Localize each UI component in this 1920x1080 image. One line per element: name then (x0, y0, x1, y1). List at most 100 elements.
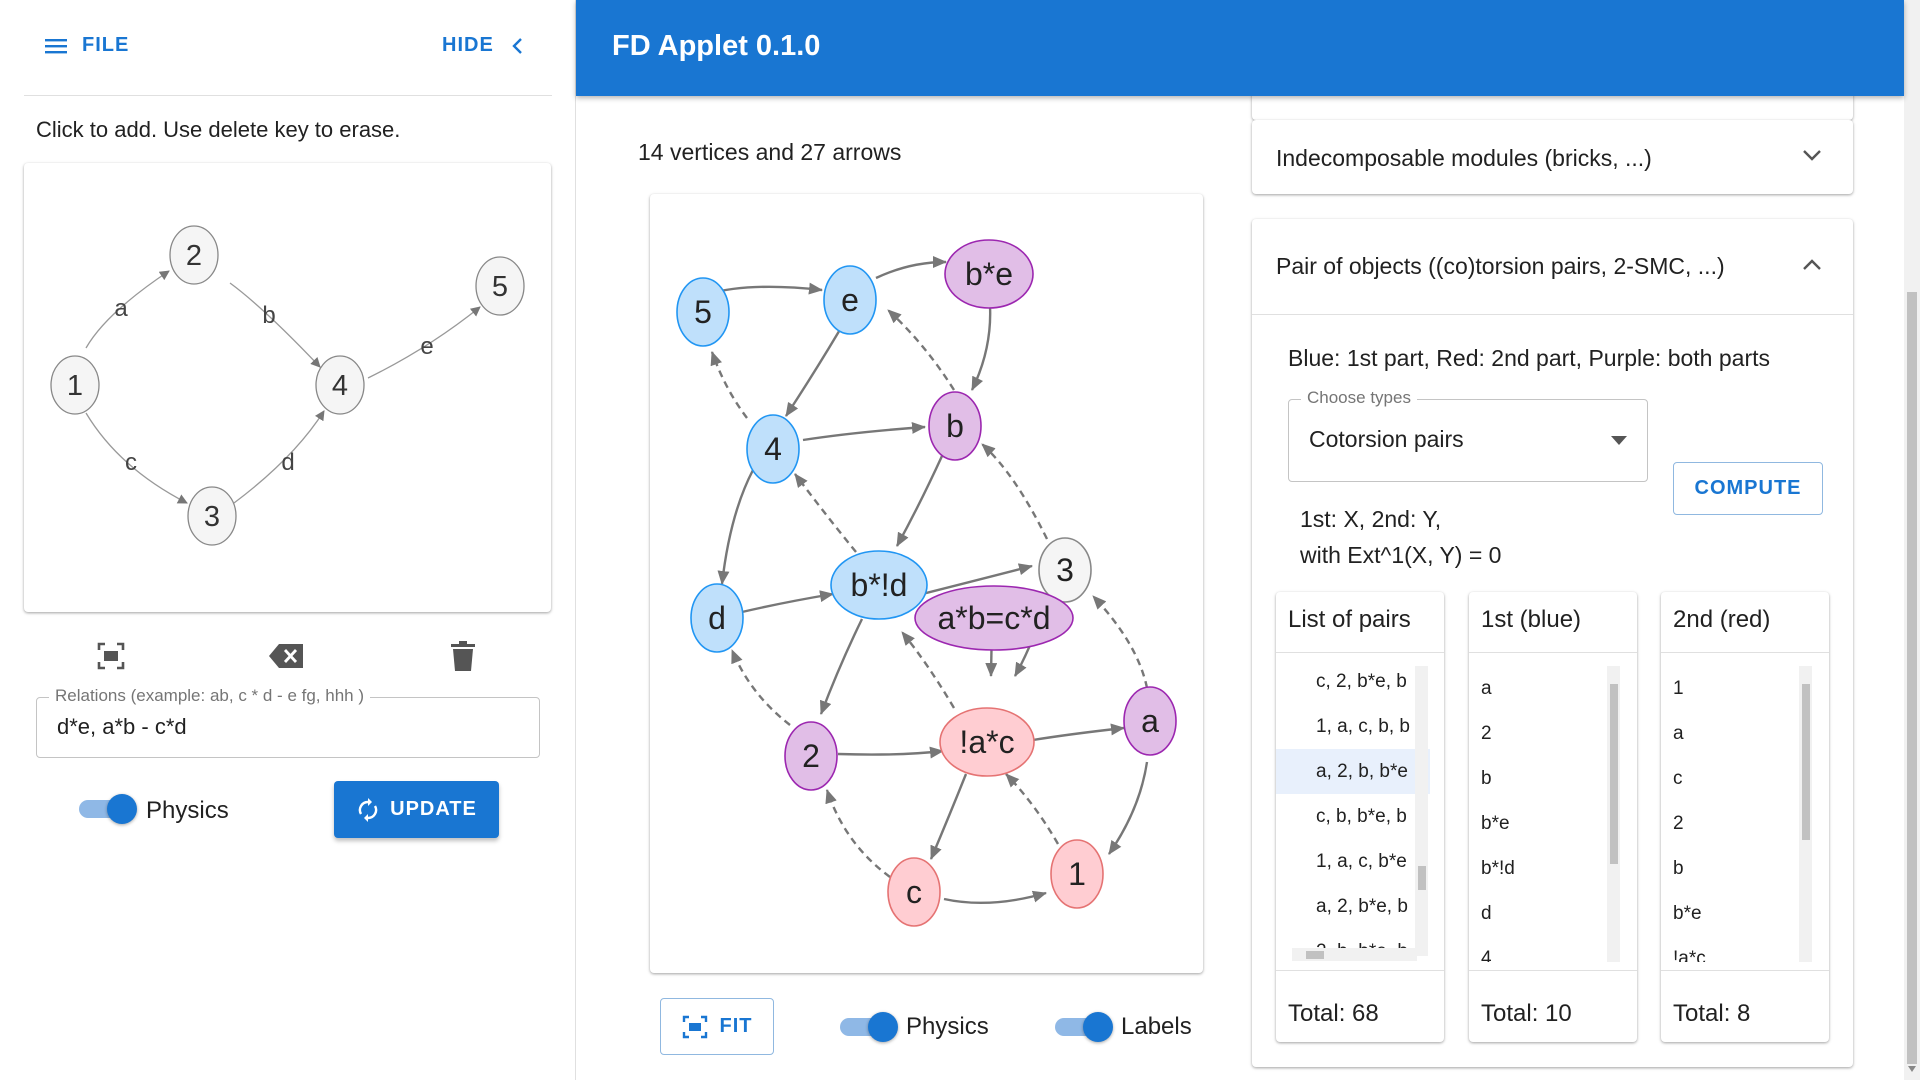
list-item[interactable]: a (1661, 711, 1815, 756)
center-physics-toggle[interactable] (838, 1012, 898, 1042)
physics-toggle-thumb[interactable] (868, 1012, 898, 1042)
first-vertical-scrollbar[interactable] (1607, 666, 1620, 962)
app-bar: FD Applet 0.1.0 (576, 0, 1904, 96)
graph-edge-dashed[interactable] (1092, 595, 1149, 689)
labels-toggle-thumb[interactable] (1083, 1012, 1113, 1042)
graph-edge-dashed[interactable] (794, 473, 857, 553)
physics-toggle-thumb[interactable] (107, 794, 137, 824)
list-item[interactable]: 4 (1469, 936, 1623, 962)
pairs-vertical-scrollbar[interactable] (1415, 666, 1428, 956)
fit-label: FIT (719, 1015, 753, 1037)
arrow-label-b: b (262, 302, 275, 329)
list-item[interactable]: c, 2, b*e, b (1276, 659, 1430, 704)
page-scrollbar[interactable] (1904, 0, 1920, 1080)
node-label: c (906, 874, 922, 910)
page-scrollbar-thumb[interactable] (1907, 292, 1917, 1064)
list-item[interactable]: b*!d (1469, 846, 1623, 891)
graph-edge-dashed[interactable] (887, 309, 956, 391)
list-divider (1661, 970, 1829, 971)
graph-edge[interactable] (943, 890, 1047, 905)
list-item[interactable]: 2 (1661, 801, 1815, 846)
quiver-editor-canvas[interactable]: a b c d e 1 2 3 4 5 (24, 163, 551, 612)
scrollbar-thumb[interactable] (1306, 951, 1324, 959)
physics-toggle[interactable] (77, 794, 137, 824)
graph-edge[interactable] (1032, 723, 1125, 742)
second-total: Total: 8 (1673, 1000, 1751, 1027)
node-label: d (708, 600, 726, 636)
graph-edge[interactable] (819, 618, 864, 715)
relations-input[interactable]: d*e, a*b - c*d (57, 714, 187, 740)
arrow-d[interactable] (233, 410, 325, 504)
list-item[interactable]: b*e (1661, 891, 1815, 936)
graph-edge-dashed[interactable] (730, 649, 791, 726)
scroll-down-arrow-icon[interactable] (1908, 1066, 1916, 1072)
graph-edge-dashed[interactable] (1005, 773, 1060, 845)
graph-edge[interactable] (837, 746, 944, 759)
chevron-left-icon (512, 37, 522, 54)
list-item[interactable]: 1 (1661, 666, 1815, 711)
graph-edge[interactable] (717, 469, 755, 585)
list-divider (1661, 652, 1829, 653)
labels-label: Labels (1121, 1013, 1192, 1040)
second-list[interactable]: 1 a c 2 b b*e !a*c (1661, 666, 1815, 962)
arrow-label-c: c (125, 449, 137, 476)
fit-view-button[interactable] (96, 641, 126, 671)
graph-edge-dashed[interactable] (710, 351, 748, 419)
pairs-list-header: List of pairs (1288, 606, 1411, 633)
list-item[interactable]: b*e (1469, 801, 1623, 846)
list-item[interactable]: a (1469, 666, 1623, 711)
pairs-horizontal-scrollbar[interactable] (1292, 948, 1417, 961)
second-list-header: 2nd (red) (1673, 606, 1771, 633)
node-label: 1 (1068, 856, 1086, 892)
choose-types-select[interactable]: Choose types Cotorsion pairs (1288, 388, 1648, 482)
list-item[interactable]: b (1469, 756, 1623, 801)
graph-edge[interactable] (802, 421, 926, 442)
compute-label: COMPUTE (1694, 477, 1802, 499)
graph-edge-dashed[interactable] (825, 789, 891, 878)
list-item-selected[interactable]: a, 2, b, b*e (1276, 749, 1430, 794)
instructions-text: Click to add. Use delete key to erase. (36, 117, 401, 142)
graph-edge[interactable] (741, 590, 834, 614)
scrollbar-thumb[interactable] (1418, 866, 1426, 890)
list-item[interactable]: 1, a, c, b*e (1276, 839, 1430, 884)
delete-all-button[interactable] (450, 640, 476, 672)
file-button[interactable]: FILE (44, 34, 129, 57)
graph-edge[interactable] (970, 305, 992, 391)
list-item[interactable]: 2 (1469, 711, 1623, 756)
second-vertical-scrollbar[interactable] (1799, 666, 1812, 962)
hide-button[interactable]: HIDE (442, 34, 528, 57)
list-divider (1276, 652, 1444, 653)
graph-edge[interactable] (1108, 761, 1149, 855)
scrollbar-thumb[interactable] (1802, 684, 1810, 840)
fit-button[interactable]: FIT (660, 998, 774, 1055)
scrollbar-thumb[interactable] (1610, 684, 1618, 864)
graph-edge[interactable] (875, 256, 947, 280)
list-item[interactable]: 1, a, c, b, b (1276, 704, 1430, 749)
update-button[interactable]: UPDATE (334, 781, 499, 838)
backspace-button[interactable] (268, 641, 306, 671)
arrow-label-e: e (420, 333, 433, 360)
graph-edge-dashed[interactable] (981, 443, 1049, 540)
panel-pair-header[interactable]: Pair of objects ((co)torsion pairs, 2-SM… (1252, 219, 1853, 314)
description-text: 1st: X, 2nd: Y, with Ext^1(X, Y) = 0 (1300, 501, 1501, 573)
list-item[interactable]: b (1661, 846, 1815, 891)
list-item[interactable]: c (1661, 756, 1815, 801)
list-item[interactable]: c, b, b*e, b (1276, 794, 1430, 839)
module-graph[interactable]: 5 e b*e 4 b d b*!d 3 a*b=c*d 2 !a*c a c … (650, 194, 1203, 973)
graph-edge[interactable] (895, 455, 944, 547)
list-item[interactable]: d (1469, 891, 1623, 936)
color-legend-text: Blue: 1st part, Red: 2nd part, Purple: b… (1288, 345, 1771, 371)
list-item[interactable]: a, 2, b*e, b (1276, 884, 1430, 929)
panel-indecomposable-modules[interactable]: Indecomposable modules (bricks, ...) (1252, 120, 1853, 194)
relations-field[interactable]: Relations (example: ab, c * d - e fg, hh… (36, 686, 540, 758)
dropdown-arrow-icon (1611, 436, 1627, 445)
list-item[interactable]: !a*c (1661, 936, 1815, 962)
first-list[interactable]: a 2 b b*e b*!d d 4 (1469, 666, 1623, 962)
compute-button[interactable]: COMPUTE (1673, 462, 1823, 515)
pairs-list[interactable]: c, 2, b*e, b 1, a, c, b, b a, 2, b, b*e … (1276, 659, 1430, 961)
vertex-label-2: 2 (186, 240, 202, 272)
module-graph-canvas[interactable]: 5 e b*e 4 b d b*!d 3 a*b=c*d 2 !a*c a c … (650, 194, 1203, 973)
quiver-graph[interactable]: a b c d e 1 2 3 4 5 (24, 163, 551, 612)
graph-edge[interactable] (929, 773, 968, 860)
labels-toggle[interactable] (1053, 1012, 1113, 1042)
